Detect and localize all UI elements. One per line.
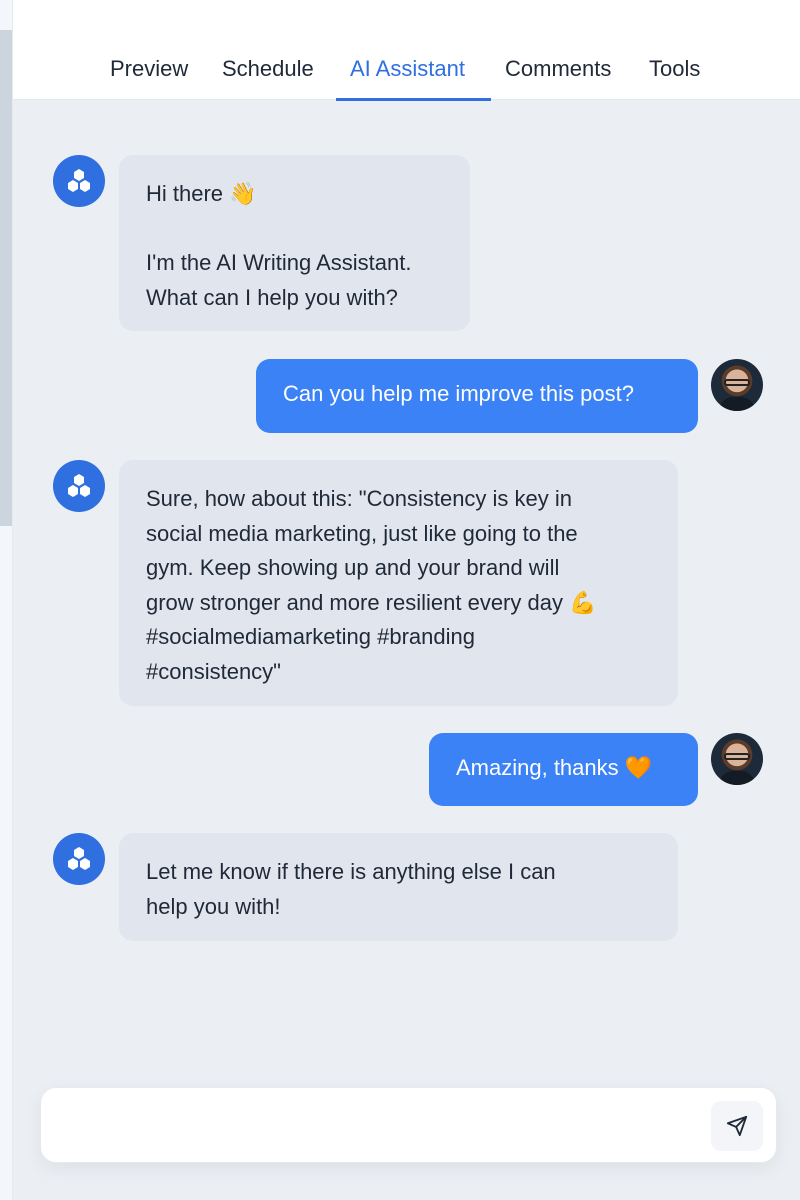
tab-schedule[interactable]: Schedule [222,52,314,100]
active-tab-indicator [336,98,491,101]
assistant-message: Hi there 👋 I'm the AI Writing Assistant.… [119,155,470,331]
assistant-avatar [53,460,105,512]
left-scrollbar[interactable] [0,30,12,526]
hexagon-cluster-icon [68,169,90,192]
user-avatar [711,733,763,785]
hexagon-cluster-icon [68,474,90,497]
assistant-avatar [53,833,105,885]
send-button[interactable] [711,1101,763,1151]
assistant-avatar [53,155,105,207]
tab-comments[interactable]: Comments [505,52,611,100]
message-composer [40,1087,777,1163]
message-input[interactable] [59,1106,699,1146]
assistant-message: Let me know if there is anything else I … [119,833,678,941]
user-message: Can you help me improve this post? [256,359,698,433]
user-message: Amazing, thanks 🧡 [429,733,698,806]
assistant-panel: Preview Schedule AI Assistant Comments T… [13,0,800,1200]
tab-ai-assistant[interactable]: AI Assistant [350,52,465,100]
tab-tools[interactable]: Tools [649,52,700,100]
tab-bar: Preview Schedule AI Assistant Comments T… [13,0,800,101]
tab-preview[interactable]: Preview [110,52,188,100]
assistant-message: Sure, how about this: "Consistency is ke… [119,460,678,706]
hexagon-cluster-icon [68,847,90,870]
paper-plane-icon [726,1115,748,1137]
user-avatar [711,359,763,411]
